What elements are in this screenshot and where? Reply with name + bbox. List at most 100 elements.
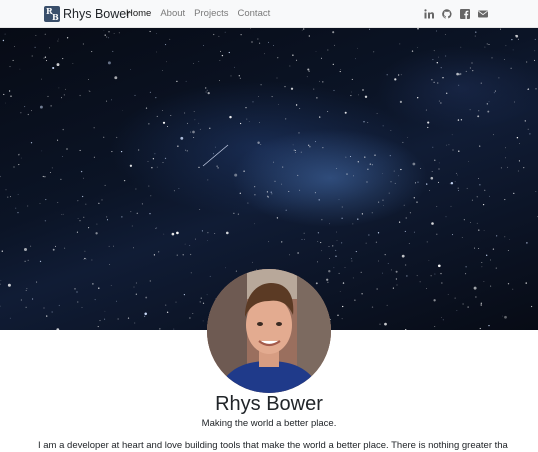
star — [77, 200, 79, 202]
star — [352, 277, 354, 279]
star — [229, 115, 232, 119]
star — [303, 28, 305, 30]
star — [328, 258, 330, 260]
star — [434, 273, 436, 275]
star — [41, 150, 43, 152]
star — [240, 34, 242, 36]
email-icon[interactable] — [478, 9, 488, 19]
star — [436, 206, 438, 208]
star — [346, 173, 348, 175]
star — [42, 175, 44, 178]
linkedin-icon[interactable] — [424, 9, 434, 19]
star — [304, 238, 305, 240]
star — [185, 149, 186, 151]
star — [502, 315, 503, 317]
star — [80, 170, 83, 173]
star — [499, 28, 502, 30]
star — [327, 49, 329, 51]
navbar: R B Rhys Bower Home About Projects Conta… — [0, 0, 538, 28]
star — [438, 162, 440, 164]
star — [293, 149, 295, 151]
star — [332, 245, 334, 247]
nav-link-about[interactable]: About — [160, 8, 185, 19]
star — [112, 50, 114, 52]
nav-link-projects[interactable]: Projects — [194, 8, 228, 19]
star — [144, 312, 147, 316]
star — [417, 181, 419, 183]
star — [475, 31, 477, 33]
star — [351, 91, 353, 93]
star — [480, 304, 482, 306]
star — [490, 285, 492, 287]
brand[interactable]: R B Rhys Bower — [44, 5, 130, 23]
star — [328, 270, 331, 273]
star — [315, 282, 318, 285]
star — [455, 172, 457, 174]
star — [106, 100, 108, 102]
star — [103, 136, 105, 138]
star — [426, 183, 428, 185]
star — [214, 146, 216, 148]
star — [352, 223, 354, 225]
star — [437, 181, 440, 183]
facebook-icon[interactable] — [460, 9, 470, 19]
star — [482, 203, 485, 206]
star — [471, 62, 473, 64]
star — [82, 177, 85, 179]
star — [166, 125, 169, 128]
star — [190, 272, 192, 274]
star — [96, 223, 98, 225]
star — [32, 298, 34, 300]
star — [193, 111, 195, 113]
star — [27, 113, 29, 116]
nav-link-home[interactable]: Home — [126, 8, 151, 19]
star — [173, 328, 175, 330]
star — [460, 119, 463, 121]
star — [93, 156, 95, 158]
star — [268, 41, 269, 43]
star — [398, 175, 400, 177]
star — [246, 118, 248, 120]
star — [344, 111, 347, 114]
star — [476, 222, 478, 224]
star — [81, 307, 83, 308]
star — [498, 77, 500, 79]
star — [534, 38, 536, 40]
star — [192, 130, 195, 134]
star — [107, 61, 111, 65]
star — [176, 254, 178, 256]
nav-link-contact[interactable]: Contact — [238, 8, 271, 19]
star — [20, 157, 22, 159]
star — [292, 54, 294, 56]
star — [76, 291, 78, 293]
star — [276, 77, 278, 79]
star — [276, 217, 279, 219]
star — [206, 294, 208, 296]
star — [481, 266, 483, 268]
star — [436, 62, 438, 64]
star — [270, 191, 272, 193]
star — [336, 239, 338, 241]
star — [165, 304, 167, 306]
star — [127, 317, 130, 319]
star — [337, 314, 339, 316]
star — [406, 137, 408, 138]
star — [108, 37, 110, 39]
star — [427, 126, 429, 129]
star — [516, 137, 519, 139]
github-icon[interactable] — [442, 9, 452, 19]
star — [282, 166, 284, 168]
star — [61, 97, 63, 99]
star — [486, 103, 488, 105]
star — [317, 240, 319, 243]
star — [288, 191, 290, 192]
star — [177, 145, 179, 147]
star — [185, 80, 187, 82]
star — [252, 261, 253, 263]
star — [260, 143, 262, 146]
star — [339, 71, 341, 73]
profile-avatar — [207, 269, 331, 393]
star — [254, 194, 256, 196]
star — [19, 68, 21, 70]
star — [390, 181, 392, 183]
